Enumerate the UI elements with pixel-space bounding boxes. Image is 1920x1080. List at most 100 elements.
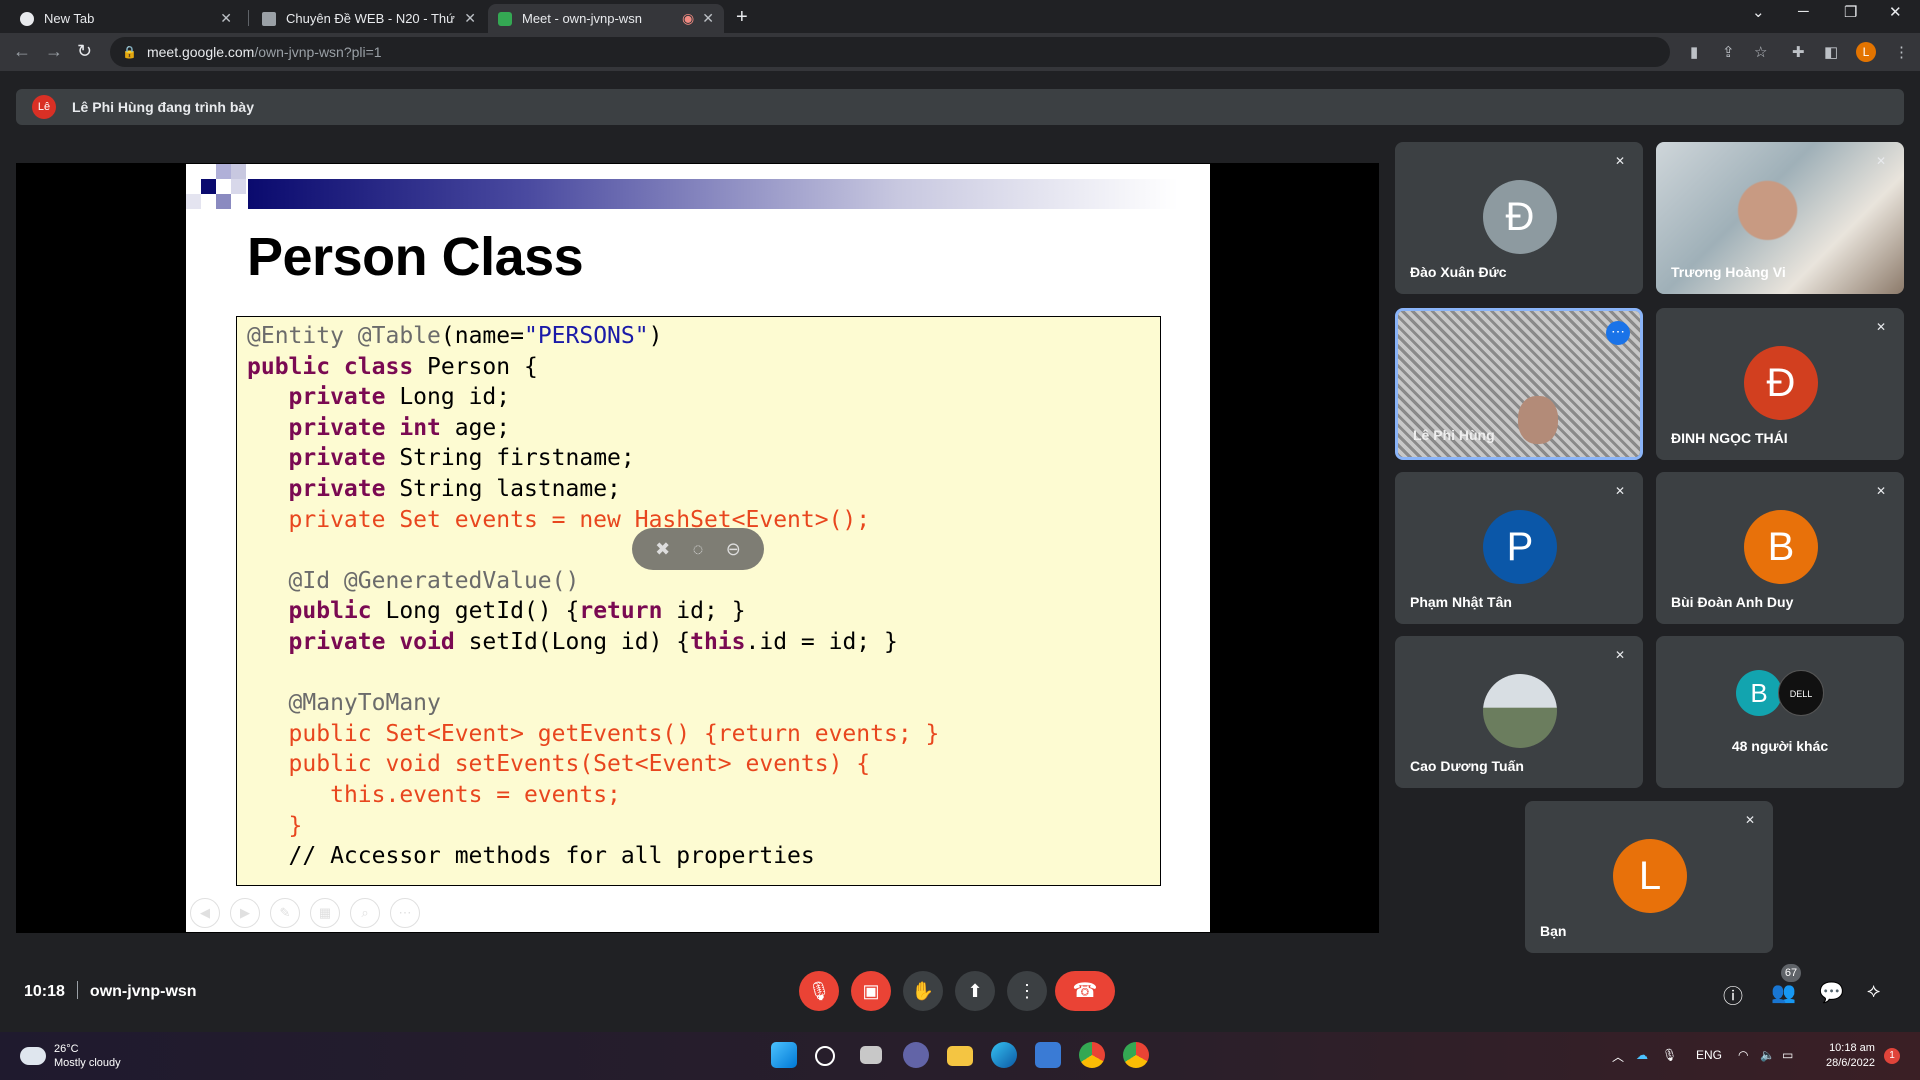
profile-avatar[interactable]: L [1856,42,1876,62]
raise-hand-button[interactable]: ✋ [903,971,943,1011]
minimize-button[interactable]: ─ [1798,3,1809,20]
tab-new-tab[interactable]: New Tab ✕ [10,4,242,33]
meeting-details-icon[interactable]: ⓘ [1723,980,1743,1009]
chrome-icon[interactable] [1079,1042,1105,1068]
temperature: 26°C [54,1043,79,1055]
lock-icon[interactable]: 🔒 [122,45,137,59]
more-options-button[interactable]: ⋮ [1007,971,1047,1011]
tab-search-icon[interactable]: ⌄ [1752,3,1765,21]
close-icon[interactable]: ✕ [464,10,476,27]
people-icon[interactable]: 👥 [1771,980,1796,1005]
reload-button[interactable]: ↻ [77,41,92,62]
camera-icon[interactable]: ▮ [1690,43,1698,61]
share-icon[interactable]: ⇪ [1722,43,1735,61]
code-block: @Entity @Table(name="PERSONS") public cl… [236,316,1161,886]
slide-title: Person Class [247,227,584,287]
address-bar[interactable]: 🔒 meet.google.com/own-jvnp-wsn?pli=1 [110,37,1670,67]
leave-call-button[interactable]: ☎ [1055,971,1115,1011]
previous-slide-icon[interactable]: ◀ [190,898,220,928]
camera-off-button[interactable]: ▣ [851,971,891,1011]
slide-controls: ◀ ▶ ✎ ▦ ⌕ ⋯ [190,898,420,928]
microphone-icon[interactable]: 🎙 [1662,1048,1677,1062]
participant-tile[interactable]: ✕ Cao Dương Tuấn [1395,636,1643,788]
mic-off-button[interactable]: 🎙 [799,971,839,1011]
unpin-icon[interactable]: ✖ [655,539,670,560]
battery-icon[interactable]: ▭ [1782,1048,1793,1062]
present-button[interactable]: ⬆ [955,971,995,1011]
language-indicator[interactable]: ENG [1696,1048,1722,1062]
bookmark-star-icon[interactable]: ☆ [1754,43,1767,61]
presenting-text: Lê Phi Hùng đang trình bày [72,99,254,115]
participant-tile[interactable]: ⋯ Lê Phi Hùng [1395,308,1643,460]
participant-name: Phạm Nhật Tân [1410,594,1512,610]
meeting-code: own-jvnp-wsn [89,983,197,1000]
slide-decor [216,164,231,179]
mic-off-icon: ✕ [1614,484,1626,498]
side-panel-icon[interactable]: ◧ [1824,43,1838,61]
more-options-icon[interactable]: ⋯ [1606,321,1630,345]
volume-icon[interactable]: 🔈 [1760,1048,1775,1062]
forward-button[interactable]: → [45,41,63,62]
browser-toolbar: ← → ↻ 🔒 meet.google.com/own-jvnp-wsn?pli… [0,33,1920,71]
weather-text: Mostly cloudy [54,1057,121,1069]
classroom-icon [262,11,276,26]
participant-avatar: Đ [1483,180,1557,254]
pen-icon[interactable]: ✎ [270,898,300,928]
participant-avatar: P [1483,510,1557,584]
tab-chuyen-de-web[interactable]: Chuyên Đề WEB - N20 - Thứ 3 ✕ [252,4,486,33]
participant-tile[interactable]: ✕ Trương Hoàng Vi [1656,142,1904,294]
participant-tile[interactable]: Đ ✕ Đào Xuân Đức [1395,142,1643,294]
mute-audio-icon[interactable]: ◌ [693,539,704,560]
slide-decor [186,194,201,209]
wifi-icon[interactable]: ◠ [1738,1048,1748,1062]
search-icon[interactable] [815,1046,835,1066]
edge-icon[interactable] [991,1042,1017,1068]
close-icon[interactable]: ✕ [702,10,714,27]
start-icon[interactable] [771,1042,797,1068]
extensions-icon[interactable]: ✚ [1792,43,1805,61]
zoom-icon[interactable]: ⌕ [350,898,380,928]
show-hidden-icons-icon[interactable]: ︿ [1612,1048,1624,1065]
participant-name: Đào Xuân Đức [1410,264,1507,280]
new-tab-button[interactable]: + [736,6,748,29]
participant-name: ĐINH NGỌC THÁI [1671,430,1788,446]
notification-badge[interactable]: 1 [1884,1048,1900,1064]
chrome-profile-icon[interactable] [1123,1042,1149,1068]
participant-tile[interactable]: B ✕ Bùi Đoàn Anh Duy [1656,472,1904,624]
more-options-icon[interactable]: ⋯ [390,898,420,928]
chrome-icon [20,11,34,26]
others-count: 48 người khác [1731,738,1829,754]
cloud-icon [20,1041,46,1065]
teams-chat-icon[interactable] [903,1042,929,1068]
mic-off-icon: ✕ [1614,648,1626,662]
restore-button[interactable]: ❐ [1844,3,1857,21]
close-window-button[interactable]: ✕ [1889,3,1902,21]
onedrive-icon[interactable]: ☁ [1636,1048,1648,1062]
back-button[interactable]: ← [13,41,31,62]
slides-icon[interactable]: ▦ [310,898,340,928]
file-explorer-icon[interactable] [947,1046,973,1066]
slide-decor [201,179,216,194]
weather-widget[interactable]: 26°C Mostly cloudy [20,1041,121,1070]
dell-avatar-icon: DELL [1778,670,1824,716]
remove-icon[interactable]: ⊖ [726,539,741,560]
menu-icon[interactable]: ⋮ [1894,43,1909,61]
activities-icon[interactable]: ⟡ [1867,980,1880,1003]
tab-meet[interactable]: Meet - own-jvnp-wsn ◉ ✕ [488,4,724,33]
chat-icon[interactable]: 💬 [1819,980,1844,1005]
participant-tile[interactable]: P ✕ Phạm Nhật Tân [1395,472,1643,624]
participant-face [1518,396,1558,444]
task-view-icon[interactable] [860,1046,882,1064]
others-tile[interactable]: B DELL 48 người khác [1656,636,1904,788]
presenter-avatar: Lê [32,95,56,119]
self-tile[interactable]: L ✕ Bạn [1525,801,1773,953]
participant-tile[interactable]: Đ ✕ ĐINH NGỌC THÁI [1656,308,1904,460]
meeting-time: 10:18 [24,983,65,1000]
store-icon[interactable] [1035,1042,1061,1068]
system-clock[interactable]: 10:18 am 28/6/2022 [1826,1041,1875,1071]
close-icon[interactable]: ✕ [220,10,232,27]
mic-off-icon: ✕ [1614,154,1626,168]
slide-decor [231,164,246,179]
participant-name: Trương Hoàng Vi [1671,264,1786,280]
next-slide-icon[interactable]: ▶ [230,898,260,928]
